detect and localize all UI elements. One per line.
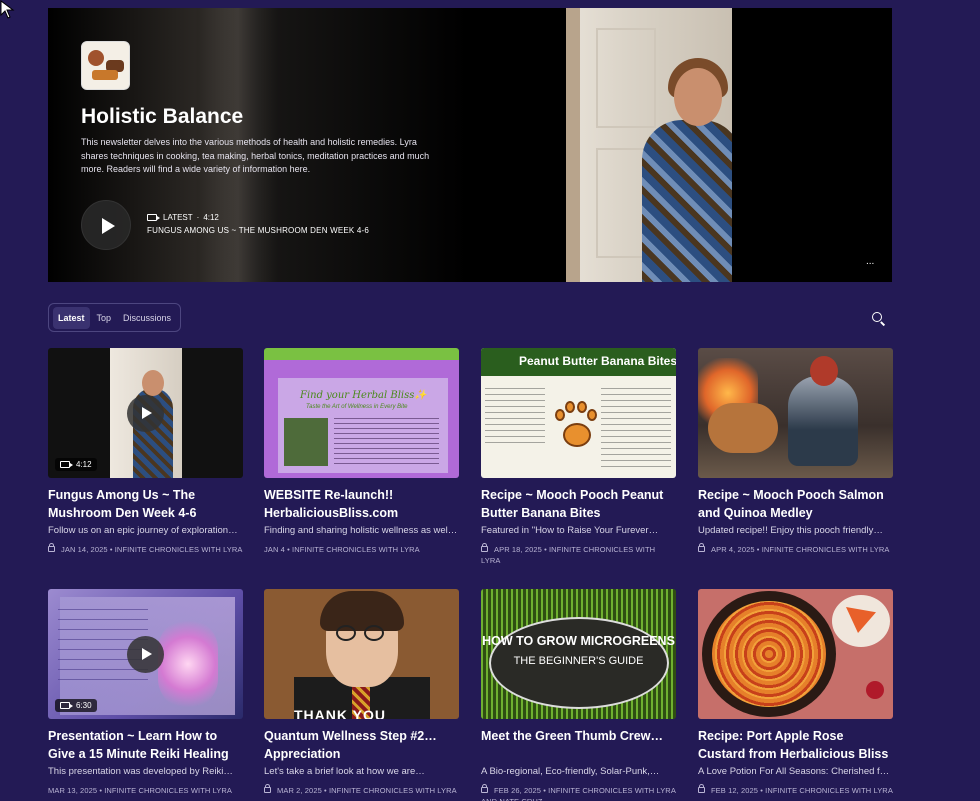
thumbnail-heading: HOW TO GROW MICROGREENS <box>482 634 675 648</box>
post-meta: APR 18, 2025 • INFINITE CHRONICLES WITH … <box>481 543 656 565</box>
lock-icon <box>698 543 705 552</box>
post-meta: APR 4, 2025 • INFINITE CHRONICLES WITH L… <box>698 543 893 555</box>
video-duration-badge: 4:12 <box>55 458 97 471</box>
post-title[interactable]: Fungus Among Us ~ The Mushroom Den Week … <box>48 487 243 522</box>
publication-description: This newsletter delves into the various … <box>81 137 430 174</box>
tab-discussions[interactable]: Discussions <box>118 307 176 329</box>
post-meta: JAN 14, 2025 • INFINITE CHRONICLES WITH … <box>48 543 243 555</box>
camera-icon <box>60 702 73 709</box>
thumbnail-subheading: Taste the Art of Wellness in Every Bite <box>306 404 408 410</box>
lock-icon <box>481 543 488 552</box>
hero-video-frame[interactable] <box>566 8 732 282</box>
cursor-icon <box>0 0 15 19</box>
search-button[interactable] <box>869 309 887 327</box>
post-subtitle: Finding and sharing holistic wellness as… <box>264 525 458 536</box>
latest-episode-title[interactable]: FUNGUS AMONG US ~ THE MUSHROOM DEN WEEK … <box>147 226 369 235</box>
thumbnail-heading: Peanut Butter Banana Bites <box>519 354 676 368</box>
post-title[interactable]: Presentation ~ Learn How to Give a 15 Mi… <box>48 728 243 763</box>
publication-logo[interactable] <box>81 41 130 90</box>
more-options-button[interactable]: ... <box>866 256 874 267</box>
hero-latest-meta: LATEST · 4:12 <box>147 213 219 222</box>
lock-icon <box>48 543 55 552</box>
post-filter-tabs: Latest Top Discussions <box>48 303 182 332</box>
post-thumbnail[interactable]: 4:12 <box>48 348 243 478</box>
lock-icon <box>698 784 705 793</box>
post-title[interactable]: Recipe ~ Mooch Pooch Salmon and Quinoa M… <box>698 487 893 522</box>
post-meta: MAR 2, 2025 • INFINITE CHRONICLES WITH L… <box>264 784 459 796</box>
post-subtitle: A Love Potion For All Seasons: Cherished… <box>698 766 893 777</box>
camera-icon <box>60 461 73 468</box>
post-thumbnail[interactable]: Find your Herbal Bliss✨ Taste the Art of… <box>264 348 459 478</box>
post-meta: FEB 26, 2025 • INFINITE CHRONICLES WITH … <box>481 784 676 801</box>
lock-icon <box>264 784 271 793</box>
latest-duration: 4:12 <box>203 213 219 222</box>
post-subtitle: A Bio-regional, Eco-friendly, Solar-Punk… <box>481 766 660 777</box>
post-title[interactable]: Meet the Green Thumb Crew… <box>481 728 676 746</box>
hero-play-button[interactable] <box>81 200 131 250</box>
post-subtitle: This presentation was developed by Reiki… <box>48 766 233 777</box>
post-thumbnail[interactable] <box>698 348 893 478</box>
post-subtitle: Follow us on an epic journey of explorat… <box>48 525 238 536</box>
camera-icon <box>147 214 160 221</box>
post-thumbnail[interactable]: Peanut Butter Banana Bites <box>481 348 676 478</box>
paw-icon <box>555 401 599 451</box>
post-meta: MAR 13, 2025 • INFINITE CHRONICLES WITH … <box>48 786 233 795</box>
play-icon[interactable] <box>127 395 164 432</box>
post-thumbnail[interactable]: HOW TO GROW MICROGREENS THE BEGINNER'S G… <box>481 589 676 719</box>
tab-top[interactable]: Top <box>92 307 117 329</box>
post-title[interactable]: WEBSITE Re-launch!! HerbaliciousBliss.co… <box>264 487 459 522</box>
thumbnail-subheading: THE BEGINNER'S GUIDE <box>513 655 644 667</box>
post-meta: FEB 12, 2025 • INFINITE CHRONICLES WITH … <box>698 784 893 796</box>
post-thumbnail[interactable]: THANK YOU <box>264 589 459 719</box>
latest-label: LATEST <box>163 213 193 222</box>
hero-banner[interactable]: Holistic Balance This newsletter delves … <box>48 8 892 282</box>
post-subtitle: Updated recipe!! Enjoy this pooch friend… <box>698 525 883 536</box>
publication-title[interactable]: Holistic Balance <box>81 105 243 129</box>
post-subtitle: Featured in "How to Raise Your Furever… <box>481 525 659 536</box>
video-duration-badge: 6:30 <box>55 699 97 712</box>
thumbnail-heading: Find your Herbal Bliss✨ <box>300 390 427 401</box>
lock-icon <box>481 784 488 793</box>
thumbnail-heading: THANK YOU <box>294 707 386 719</box>
post-thumbnail[interactable]: 6:30 <box>48 589 243 719</box>
post-subtitle: Let's take a brief look at how we are… <box>264 766 425 777</box>
post-title[interactable]: Quantum Wellness Step #2… Appreciation <box>264 728 459 763</box>
play-icon[interactable] <box>127 636 164 673</box>
meta-separator: · <box>196 213 200 222</box>
tab-latest[interactable]: Latest <box>53 306 90 329</box>
post-title[interactable]: Recipe: Port Apple Rose Custard from Her… <box>698 728 893 763</box>
post-meta: JAN 4 • INFINITE CHRONICLES WITH LYRA <box>264 545 420 554</box>
post-thumbnail[interactable] <box>698 589 893 719</box>
post-title[interactable]: Recipe ~ Mooch Pooch Peanut Butter Banan… <box>481 487 676 522</box>
